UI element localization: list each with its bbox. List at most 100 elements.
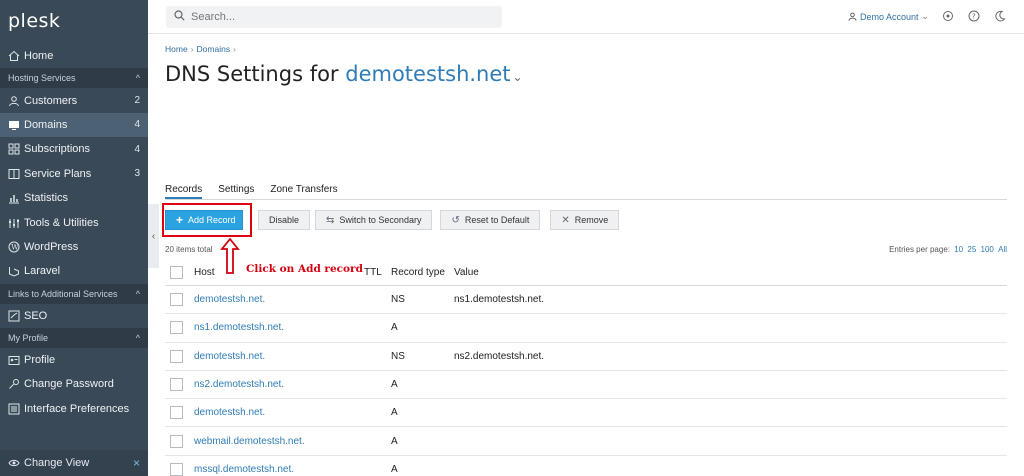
sidebar-item-label: Subscriptions xyxy=(24,143,91,156)
sidebar-item-interface-preferences[interactable]: Interface Preferences xyxy=(0,397,148,421)
select-all-checkbox[interactable] xyxy=(170,266,183,279)
breadcrumb: Home › Domains › xyxy=(165,44,239,54)
key-icon xyxy=(8,378,20,390)
sidebar-item-change-password[interactable]: Change Password xyxy=(0,372,148,396)
table-row: ns1.demotestsh.net. A xyxy=(165,314,1007,343)
row-checkbox[interactable] xyxy=(170,349,183,363)
host-link[interactable]: webmail.demotestsh.net. xyxy=(194,436,364,447)
sidebar-section-my-profile[interactable]: My Profile ^ xyxy=(0,327,148,348)
host-link[interactable]: ns1.demotestsh.net. xyxy=(194,322,364,333)
annotation-text: Click on Add record xyxy=(246,263,363,275)
section-label: My Profile xyxy=(8,332,49,343)
col-record-type[interactable]: Record type xyxy=(391,267,454,278)
sidebar-item-profile[interactable]: Profile xyxy=(0,348,148,372)
reset-to-default-button[interactable]: ↺ Reset to Default xyxy=(440,210,541,230)
sidebar-item-label: Laravel xyxy=(24,265,61,278)
switch-icon: ⇆ xyxy=(326,214,335,226)
close-icon[interactable]: × xyxy=(133,456,140,470)
breadcrumb-home[interactable]: Home xyxy=(165,44,188,54)
sidebar-section-hosting-services[interactable]: Hosting Services ^ xyxy=(0,68,148,89)
sidebar-item-domains[interactable]: Domains 4 xyxy=(0,112,148,138)
table-row: ns2.demotestsh.net. A xyxy=(165,371,1007,400)
per-page-all[interactable]: All xyxy=(998,245,1007,254)
disable-label: Disable xyxy=(269,215,300,225)
svg-text:W: W xyxy=(11,243,19,251)
sidebar-item-label: Profile xyxy=(24,354,56,367)
dark-mode-icon[interactable] xyxy=(993,9,1007,23)
tab-settings[interactable]: Settings xyxy=(218,184,254,199)
section-label: Links to Additional Services xyxy=(8,288,118,299)
chevron-left-icon: ‹ xyxy=(151,230,156,242)
switch-to-secondary-button[interactable]: ⇆ Switch to Secondary xyxy=(315,210,433,230)
help-icon[interactable]: ? xyxy=(967,9,981,23)
sidebar-item-home[interactable]: Home xyxy=(0,44,148,68)
tab-records[interactable]: Records xyxy=(165,184,203,199)
arrow-up-annotation xyxy=(220,237,240,277)
search-input[interactable] xyxy=(191,11,471,23)
user-icon xyxy=(848,12,857,21)
eye-icon xyxy=(8,457,20,469)
sidebar-item-service-plans[interactable]: Service Plans 3 xyxy=(0,162,148,186)
table-row: mssql.demotestsh.net. A xyxy=(165,456,1007,476)
row-checkbox[interactable] xyxy=(170,406,183,420)
host-link[interactable]: demotestsh.net. xyxy=(194,294,364,305)
sidebar-section-additional-services[interactable]: Links to Additional Services ^ xyxy=(0,283,148,304)
search-box[interactable] xyxy=(166,6,502,28)
sidebar-item-label: Service Plans xyxy=(24,167,92,180)
sidebar-item-wordpress[interactable]: W WordPress xyxy=(0,235,148,259)
col-value[interactable]: Value xyxy=(454,267,1007,278)
per-page-100[interactable]: 100 xyxy=(981,245,994,254)
tab-zone-transfers[interactable]: Zone Transfers xyxy=(270,184,337,199)
change-view-label: Change View xyxy=(24,457,90,469)
host-link[interactable]: demotestsh.net. xyxy=(194,351,364,362)
type-cell: A xyxy=(391,435,398,447)
sidebar-item-laravel[interactable]: Laravel xyxy=(0,259,148,283)
sidebar: plesk Home Hosting Services ^ Customers … xyxy=(0,0,148,476)
sidebar-item-label: Domains xyxy=(24,118,68,131)
switch-label: Switch to Secondary xyxy=(339,215,422,225)
domain-selector[interactable]: demotestsh.net xyxy=(345,62,510,86)
sidebar-item-subscriptions[interactable]: Subscriptions 4 xyxy=(0,137,148,161)
chevron-right-icon: › xyxy=(190,44,194,54)
reset-icon: ↺ xyxy=(451,214,460,226)
chevron-down-icon: ⌄ xyxy=(921,11,930,21)
table-row: demotestsh.net. A xyxy=(165,399,1007,428)
sidebar-item-label: Customers xyxy=(24,94,78,107)
type-cell: A xyxy=(391,463,398,475)
remove-button[interactable]: ✕ Remove xyxy=(550,210,620,230)
host-link[interactable]: demotestsh.net. xyxy=(194,407,364,418)
sidebar-item-tools-utilities[interactable]: Tools & Utilities xyxy=(0,210,148,234)
host-link[interactable]: mssql.demotestsh.net. xyxy=(194,464,364,475)
sidebar-item-statistics[interactable]: Statistics xyxy=(0,186,148,210)
person-icon xyxy=(8,95,20,107)
host-link[interactable]: ns2.demotestsh.net. xyxy=(194,379,364,390)
row-checkbox[interactable] xyxy=(170,462,183,476)
type-cell: A xyxy=(391,407,398,419)
dns-records-table: Host TTL Record type Value demotestsh.ne… xyxy=(165,260,1007,476)
col-ttl[interactable]: TTL xyxy=(364,267,391,278)
sidebar-item-customers[interactable]: Customers 2 xyxy=(0,88,148,112)
sidebar-item-seo[interactable]: SEO xyxy=(0,304,148,328)
per-page-10[interactable]: 10 xyxy=(954,245,963,254)
disable-button[interactable]: Disable xyxy=(258,210,311,230)
chevron-down-icon[interactable]: ⌄ xyxy=(513,70,523,84)
extensions-icon[interactable] xyxy=(941,9,955,23)
sidebar-item-label: Statistics xyxy=(24,192,69,205)
count-badge: 4 xyxy=(134,119,140,131)
breadcrumb-domains[interactable]: Domains xyxy=(197,44,231,54)
row-checkbox[interactable] xyxy=(170,378,183,392)
chevron-up-icon: ^ xyxy=(135,288,140,299)
plesk-logo[interactable]: plesk xyxy=(0,0,148,44)
list-icon xyxy=(8,403,20,415)
row-checkbox[interactable] xyxy=(170,434,183,448)
change-view-button[interactable]: Change View × xyxy=(0,450,148,476)
home-icon xyxy=(8,50,20,62)
per-page-25[interactable]: 25 xyxy=(967,245,976,254)
book-icon xyxy=(8,168,20,180)
row-checkbox[interactable] xyxy=(170,321,183,335)
account-menu[interactable]: Demo Account ⌄ xyxy=(848,11,929,22)
remove-label: Remove xyxy=(574,215,609,225)
grid-icon xyxy=(8,143,20,155)
row-checkbox[interactable] xyxy=(170,293,183,307)
collapse-sidebar-handle[interactable]: ‹ xyxy=(148,204,159,268)
